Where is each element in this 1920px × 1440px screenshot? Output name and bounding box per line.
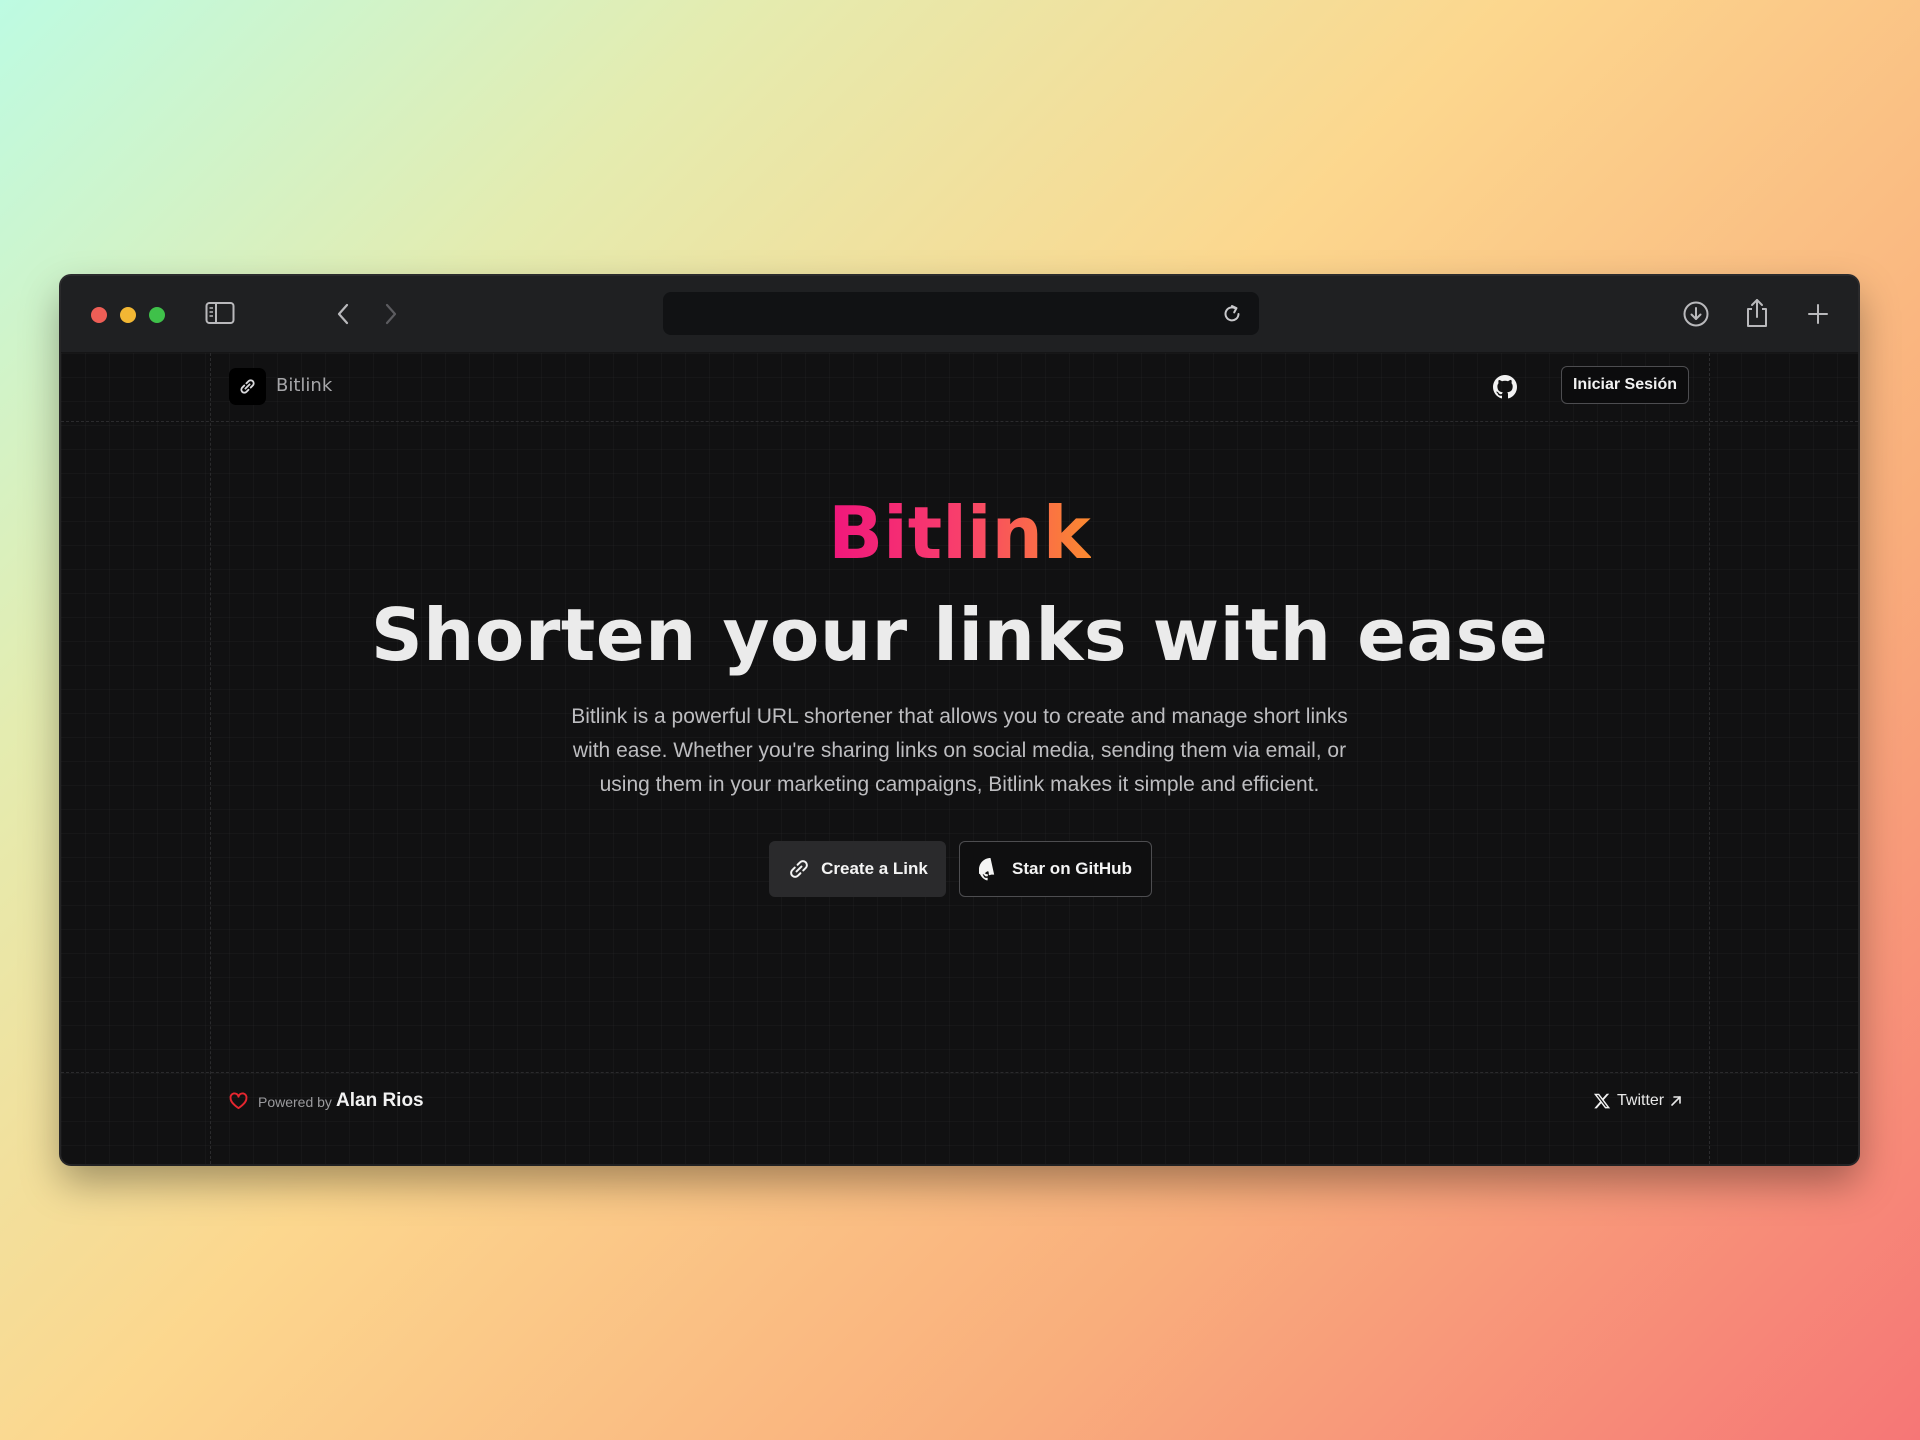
zoom-window-button[interactable] [149,307,165,323]
create-link-label: Create a Link [821,859,928,878]
share-icon[interactable] [1744,297,1770,329]
brand-name[interactable]: Bitlink [276,375,332,396]
grid-divider [1709,353,1710,1164]
browser-toolbar [61,276,1858,353]
github-icon[interactable] [1493,375,1517,399]
star-on-github-button[interactable]: Star on GitHub [959,841,1152,897]
grid-divider [61,1072,1858,1073]
link-icon [790,860,808,878]
login-button[interactable]: Iniciar Sesión [1561,366,1689,404]
browser-window: Bitlink Iniciar Sesión Bitlink Shorten y… [61,276,1858,1164]
heart-icon [229,1092,248,1110]
reload-icon[interactable] [1221,303,1243,325]
external-link-icon [1671,1096,1681,1106]
address-bar[interactable] [663,292,1259,337]
address-input[interactable] [675,292,1219,337]
link-icon [240,379,255,394]
download-icon[interactable] [1682,300,1710,328]
hero-brand: Bitlink [61,483,1858,583]
minimize-window-button[interactable] [120,307,136,323]
page-content: Bitlink Iniciar Sesión Bitlink Shorten y… [61,353,1858,1164]
grid-divider [61,421,1858,422]
sidebar-icon[interactable] [205,301,235,325]
x-logo-icon [1593,1093,1611,1109]
hero-description: Bitlink is a powerful URL shortener that… [571,705,1348,796]
twitter-link[interactable]: Twitter [1593,1088,1682,1114]
powered-by-label: Powered by [258,1094,332,1110]
github-icon [979,857,995,880]
star-on-github-label: Star on GitHub [1012,859,1132,878]
hero-brand-text: Bitlink [828,491,1091,575]
back-icon[interactable] [335,302,351,326]
twitter-label: Twitter [1617,1092,1665,1109]
close-window-button[interactable] [91,307,107,323]
create-link-button[interactable]: Create a Link [769,841,946,897]
forward-icon[interactable] [383,302,399,326]
author-link[interactable]: Alan Rios [336,1090,424,1112]
hero-title: Shorten your links with ease [370,593,1549,677]
grid-divider [210,353,211,1164]
brand-logo[interactable] [229,368,266,405]
new-tab-icon[interactable] [1806,302,1830,326]
